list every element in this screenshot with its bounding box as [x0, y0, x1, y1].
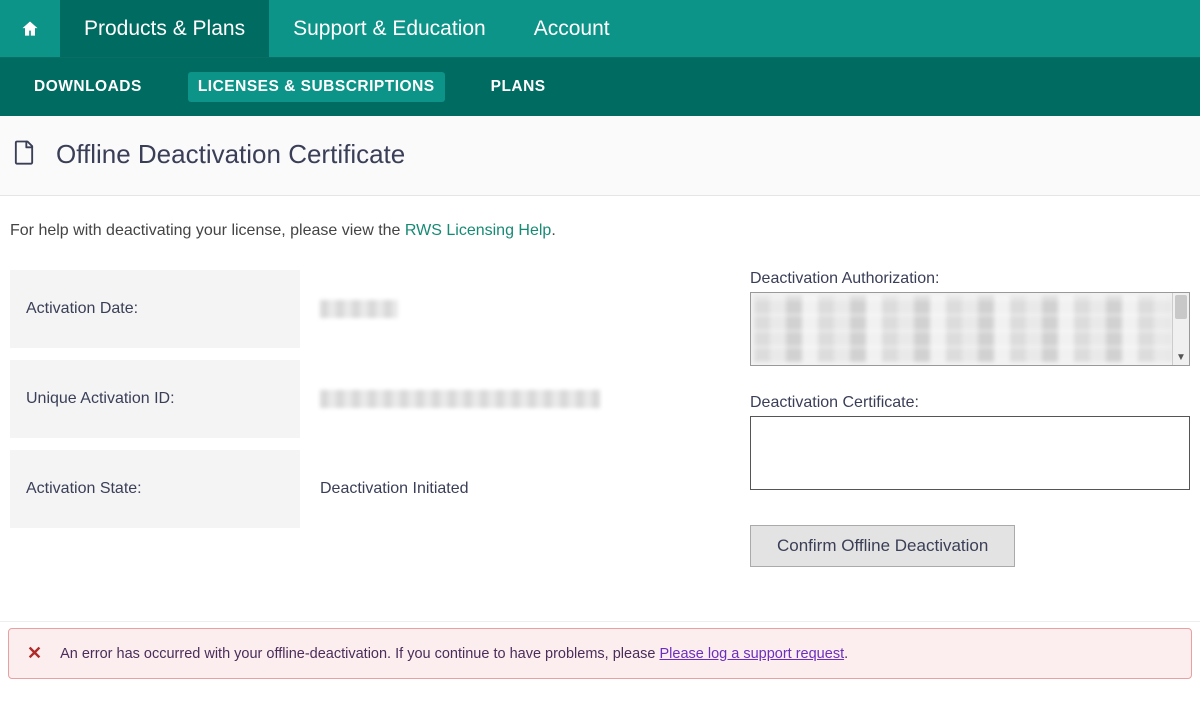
right-column: Deactivation Authorization: ▼ Deactivati… [750, 270, 1190, 567]
subnav: DOWNLOADS LICENSES & SUBSCRIPTIONS PLANS [0, 58, 1200, 116]
error-banner: ✕ An error has occurred with your offlin… [8, 628, 1192, 679]
scrollbar-thumb[interactable] [1175, 295, 1187, 319]
deactivation-certificate-label: Deactivation Certificate: [750, 394, 1190, 412]
certificate-icon [10, 138, 38, 171]
nav-label: Account [534, 17, 610, 41]
support-request-link[interactable]: Please log a support request [660, 646, 845, 662]
scroll-down-icon[interactable]: ▼ [1173, 352, 1189, 363]
error-text-prefix: An error has occurred with your offline-… [60, 646, 659, 662]
subnav-downloads[interactable]: DOWNLOADS [24, 72, 152, 102]
unique-activation-id-value [300, 390, 720, 408]
content: Activation Date: Unique Activation ID: A… [0, 270, 1200, 607]
deactivation-certificate-input[interactable] [750, 416, 1190, 490]
subnav-plans[interactable]: PLANS [481, 72, 556, 102]
left-column: Activation Date: Unique Activation ID: A… [10, 270, 720, 567]
subnav-licenses[interactable]: LICENSES & SUBSCRIPTIONS [188, 72, 445, 102]
redacted-value [320, 390, 600, 408]
divider [0, 621, 1200, 622]
page-title: Offline Deactivation Certificate [56, 139, 405, 170]
subnav-label: PLANS [491, 78, 546, 95]
help-text: For help with deactivating your license,… [0, 196, 1200, 270]
rws-licensing-help-link[interactable]: RWS Licensing Help [405, 222, 551, 239]
error-text-suffix: . [844, 646, 848, 662]
topnav: Products & Plans Support & Education Acc… [0, 0, 1200, 58]
help-text-prefix: For help with deactivating your license,… [10, 222, 405, 239]
home-icon [20, 19, 40, 39]
activation-date-value [300, 300, 720, 318]
activation-date-label: Activation Date: [10, 270, 300, 348]
nav-products-plans[interactable]: Products & Plans [60, 0, 269, 57]
nav-label: Support & Education [293, 17, 486, 41]
nav-account[interactable]: Account [510, 0, 634, 57]
activation-state-value: Deactivation Initiated [300, 480, 720, 498]
button-label: Confirm Offline Deactivation [777, 536, 988, 555]
subnav-label: LICENSES & SUBSCRIPTIONS [198, 78, 435, 95]
deactivation-authorization-box[interactable]: ▼ [750, 292, 1190, 366]
home-button[interactable] [0, 0, 60, 57]
subnav-label: DOWNLOADS [34, 78, 142, 95]
nav-support-education[interactable]: Support & Education [269, 0, 510, 57]
confirm-offline-deactivation-button[interactable]: Confirm Offline Deactivation [750, 525, 1015, 567]
nav-label: Products & Plans [84, 17, 245, 41]
activation-state-row: Activation State: Deactivation Initiated [10, 450, 720, 528]
deactivation-authorization-label: Deactivation Authorization: [750, 270, 1190, 288]
activation-date-row: Activation Date: [10, 270, 720, 348]
help-text-suffix: . [551, 222, 555, 239]
activation-state-label: Activation State: [10, 450, 300, 528]
page-title-row: Offline Deactivation Certificate [0, 116, 1200, 196]
unique-activation-id-row: Unique Activation ID: [10, 360, 720, 438]
scrollbar[interactable]: ▼ [1172, 293, 1189, 365]
redacted-value [320, 300, 398, 318]
redacted-content [754, 296, 1171, 362]
error-message: An error has occurred with your offline-… [60, 646, 848, 662]
unique-activation-id-label: Unique Activation ID: [10, 360, 300, 438]
error-icon: ✕ [27, 643, 42, 664]
